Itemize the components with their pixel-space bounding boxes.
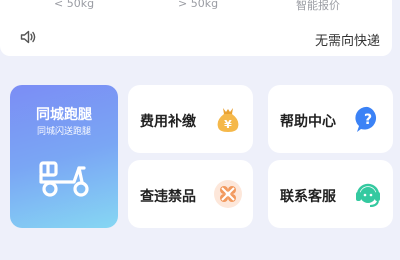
banner-title: 同城跑腿 bbox=[36, 107, 92, 123]
shipping-info-card: < 50kg > 50kg 智能报价 无需向快递 bbox=[0, 0, 392, 56]
money-bag-icon: ¥ bbox=[217, 108, 239, 132]
scooter-icon bbox=[39, 161, 89, 197]
fee-payment-label: 费用补缴 bbox=[140, 114, 196, 130]
help-center-label: 帮助中心 bbox=[280, 114, 336, 130]
forbidden-items-card[interactable]: 查违禁品 bbox=[128, 160, 253, 228]
weight-option-large: > 50kg bbox=[178, 0, 219, 10]
same-city-errand-banner[interactable]: 同城跑腿 同城闪送跑腿 bbox=[10, 85, 118, 228]
banner-subtitle: 同城闪送跑腿 bbox=[36, 127, 91, 137]
help-icon: ? bbox=[355, 106, 377, 132]
speaker-icon bbox=[20, 30, 36, 44]
help-center-card[interactable]: 帮助中心 ? bbox=[268, 85, 393, 153]
customer-service-label: 联系客服 bbox=[280, 189, 336, 205]
weight-option-small: < 50kg bbox=[54, 0, 95, 10]
svg-text:¥: ¥ bbox=[224, 118, 232, 131]
notice-text[interactable]: 无需向快递 bbox=[315, 30, 380, 49]
fee-payment-card[interactable]: 费用补缴 ¥ bbox=[128, 85, 253, 153]
svg-text:?: ? bbox=[364, 112, 372, 128]
forbidden-items-label: 查违禁品 bbox=[140, 189, 196, 205]
customer-service-icon bbox=[356, 183, 380, 207]
smart-quote-label: 智能报价 bbox=[296, 0, 340, 12]
forbidden-items-icon bbox=[214, 180, 242, 208]
customer-service-card[interactable]: 联系客服 bbox=[268, 160, 393, 228]
